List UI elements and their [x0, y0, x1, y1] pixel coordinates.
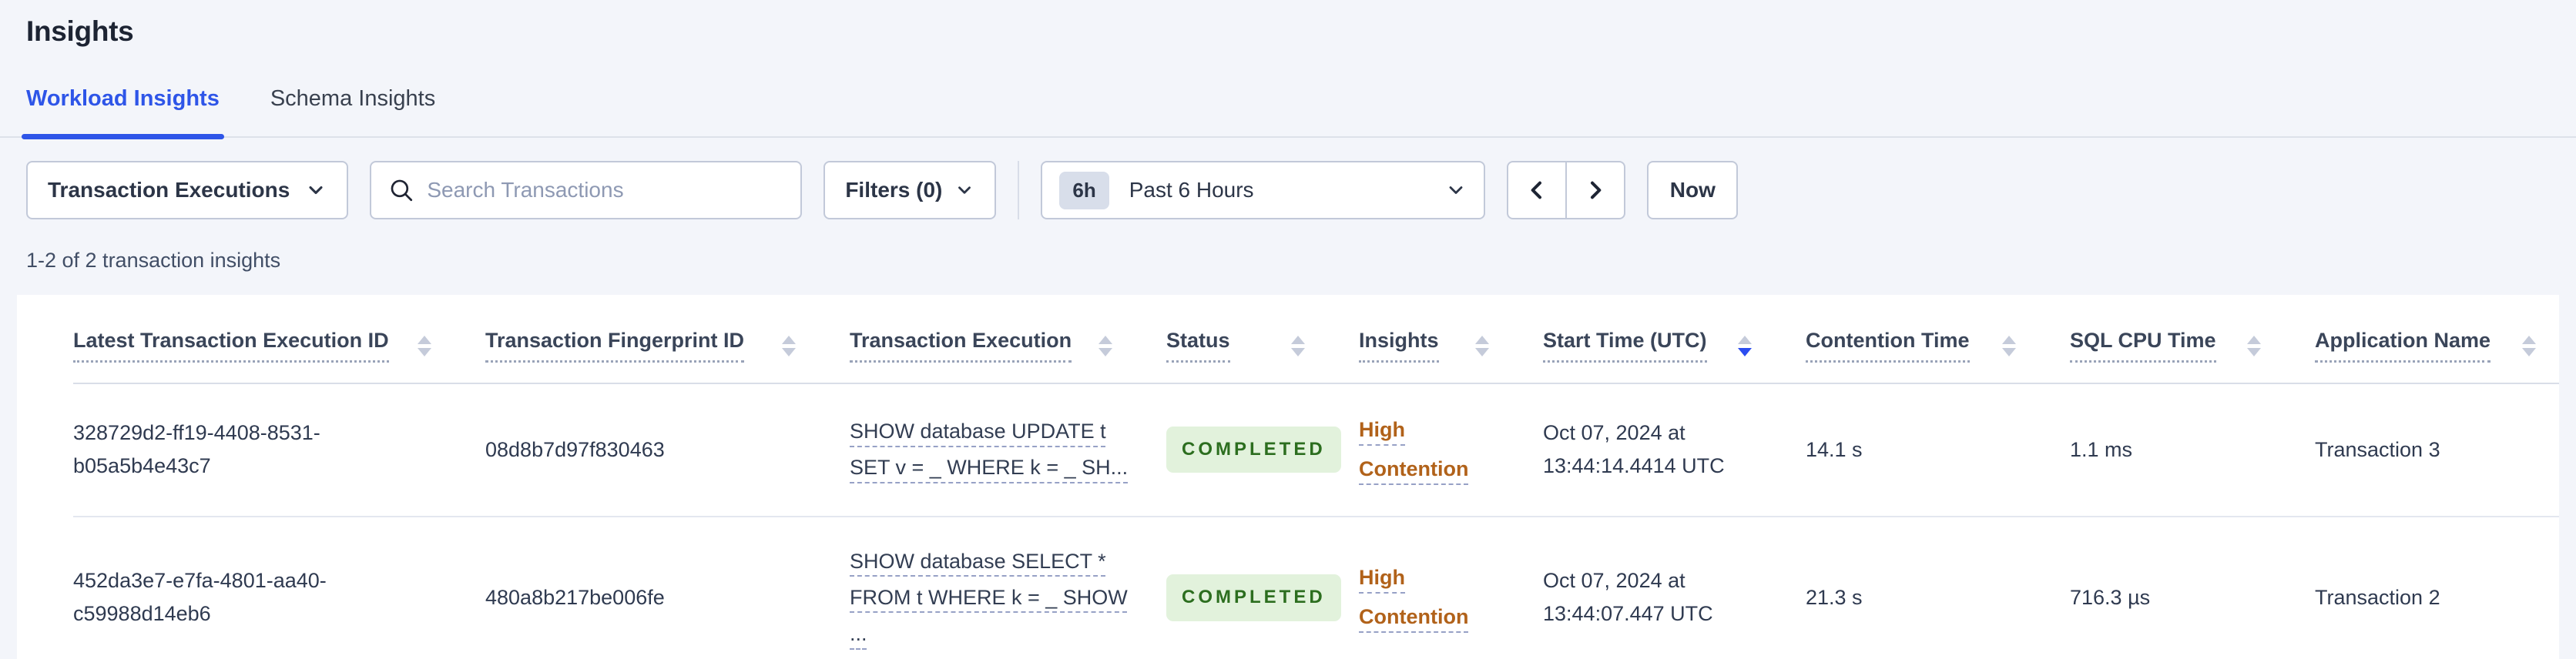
sort-icon[interactable]: [2522, 335, 2536, 356]
sql-cpu-time-cell: 716.3 µs: [2070, 516, 2315, 659]
sort-icon[interactable]: [1738, 335, 1752, 356]
page-title: Insights: [26, 15, 134, 47]
column-header-label: Transaction Fingerprint ID: [485, 329, 745, 363]
tab-workload-insights[interactable]: Workload Insights: [22, 86, 224, 139]
filters-button[interactable]: Filters (0): [823, 161, 997, 219]
status-badge: COMPLETED: [1166, 427, 1341, 473]
workload-type-label: Transaction Executions: [48, 178, 290, 202]
column-header-fingerprint_id[interactable]: Transaction Fingerprint ID: [485, 295, 850, 384]
sort-icon[interactable]: [418, 335, 431, 356]
insights-cell: High Contention: [1359, 516, 1543, 659]
status-cell: COMPLETED: [1166, 383, 1359, 517]
column-header-label: Application Name: [2315, 329, 2491, 363]
column-header-application_name[interactable]: Application Name: [2315, 295, 2559, 384]
column-header-label: SQL CPU Time: [2070, 329, 2216, 363]
search-icon: [391, 179, 413, 202]
toolbar: Transaction Executions Filters (0) 6h Pa…: [26, 161, 2550, 219]
results-summary: 1-2 of 2 transaction insights: [26, 249, 281, 272]
application-name-cell: Transaction 2: [2315, 516, 2559, 659]
previous-time-range-button[interactable]: [1507, 161, 1568, 219]
search-input[interactable]: [427, 178, 784, 202]
sort-icon[interactable]: [1291, 335, 1305, 356]
insights-table-container: Latest Transaction Execution ID Transact…: [17, 295, 2559, 659]
now-button[interactable]: Now: [1647, 161, 1739, 219]
insights-cell: High Contention: [1359, 383, 1543, 517]
latest-transaction-execution-id-cell: 452da3e7-e7fa-4801-aa40-c59988d14eb6: [73, 516, 485, 659]
chevron-down-icon: [1449, 186, 1463, 194]
sort-icon[interactable]: [1475, 335, 1489, 356]
column-header-label: Contention Time: [1806, 329, 1970, 363]
transaction-fingerprint-id-cell: 08d8b7d97f830463: [485, 383, 850, 517]
start-time-cell: Oct 07, 2024 at 13:44:07.447 UTC: [1543, 516, 1806, 659]
column-header-insights[interactable]: Insights: [1359, 295, 1543, 384]
column-header-label: Latest Transaction Execution ID: [73, 329, 389, 363]
table-row: 328729d2-ff19-4408-8531-b05a5b4e43c7 08d…: [73, 383, 2559, 517]
time-range-picker[interactable]: 6h Past 6 Hours: [1041, 161, 1486, 219]
status-cell: COMPLETED: [1166, 516, 1359, 659]
sort-icon[interactable]: [2247, 335, 2261, 356]
contention-time-cell: 21.3 s: [1806, 516, 2070, 659]
table-header-row: Latest Transaction Execution ID Transact…: [73, 295, 2559, 384]
filters-label: Filters (0): [845, 178, 943, 202]
chevron-left-icon: [1531, 181, 1542, 199]
status-badge: COMPLETED: [1166, 574, 1341, 621]
column-header-execution[interactable]: Transaction Execution: [850, 295, 1166, 384]
column-header-start_time[interactable]: Start Time (UTC): [1543, 295, 1806, 384]
transaction-fingerprint-id-cell: 480a8b217be006fe: [485, 516, 850, 659]
toolbar-divider: [1018, 161, 1020, 219]
time-range-badge: 6h: [1059, 171, 1109, 209]
insight-link[interactable]: High Contention: [1359, 566, 1468, 628]
insight-link[interactable]: High Contention: [1359, 418, 1468, 480]
tab-schema-insights[interactable]: Schema Insights: [270, 86, 435, 136]
column-header-label: Status: [1166, 329, 1230, 363]
sort-icon[interactable]: [1098, 335, 1112, 356]
column-header-status[interactable]: Status: [1166, 295, 1359, 384]
transaction-execution-link[interactable]: SHOW database UPDATE t SET v = _ WHERE k…: [850, 420, 1128, 479]
table-row: 452da3e7-e7fa-4801-aa40-c59988d14eb6 480…: [73, 516, 2559, 659]
sort-icon[interactable]: [2002, 335, 2016, 356]
transaction-execution-cell: SHOW database SELECT * FROM t WHERE k = …: [850, 516, 1166, 659]
column-header-label: Insights: [1359, 329, 1439, 363]
chevron-down-icon: [958, 186, 971, 194]
column-header-sql_cpu_time[interactable]: SQL CPU Time: [2070, 295, 2315, 384]
sql-cpu-time-cell: 1.1 ms: [2070, 383, 2315, 517]
start-time-cell: Oct 07, 2024 at 13:44:14.4414 UTC: [1543, 383, 1806, 517]
workload-type-dropdown[interactable]: Transaction Executions: [26, 161, 349, 219]
latest-transaction-execution-id-cell: 328729d2-ff19-4408-8531-b05a5b4e43c7: [73, 383, 485, 517]
insights-table: Latest Transaction Execution ID Transact…: [73, 295, 2559, 659]
contention-time-cell: 14.1 s: [1806, 383, 2070, 517]
time-range-pager: [1507, 161, 1626, 219]
column-header-label: Start Time (UTC): [1543, 329, 1707, 363]
application-name-cell: Transaction 3: [2315, 383, 2559, 517]
next-time-range-button[interactable]: [1565, 161, 1626, 219]
tab-bar: Workload Insights Schema Insights: [0, 86, 2576, 139]
chevron-right-icon: [1591, 181, 1602, 199]
transaction-execution-link[interactable]: SHOW database SELECT * FROM t WHERE k = …: [850, 550, 1128, 646]
sort-icon[interactable]: [782, 335, 796, 356]
search-box[interactable]: [370, 161, 803, 219]
time-range-label: Past 6 Hours: [1129, 178, 1254, 202]
column-header-label: Transaction Execution: [850, 329, 1072, 363]
column-header-execution_id[interactable]: Latest Transaction Execution ID: [73, 295, 485, 384]
transaction-execution-cell: SHOW database UPDATE t SET v = _ WHERE k…: [850, 383, 1166, 517]
column-header-contention_time[interactable]: Contention Time: [1806, 295, 2070, 384]
chevron-down-icon: [309, 186, 323, 195]
